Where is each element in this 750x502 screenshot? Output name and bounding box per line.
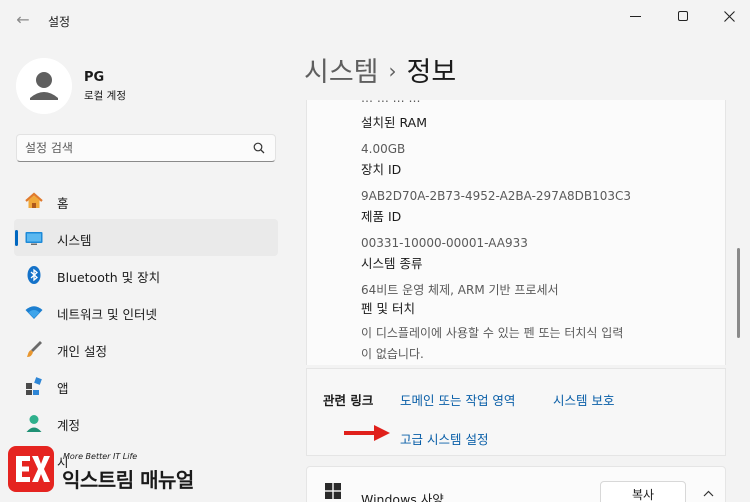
sidebar-item-apps[interactable]: 앱 (14, 367, 278, 404)
bluetooth-icon (27, 266, 41, 284)
windows-spec-title: Windows 사양 (361, 492, 444, 502)
search-icon[interactable] (253, 142, 265, 154)
breadcrumb-parent[interactable]: 시스템 (304, 57, 379, 88)
spec-label: 제품 ID (361, 209, 402, 224)
spec-value: 이 디스플레이에 사용할 수 있는 펜 또는 터치식 입력 (361, 326, 624, 340)
back-arrow-icon: ← (16, 10, 30, 29)
watermark: More Better IT Life 익스트림 매뉴얼 (8, 446, 218, 496)
maximize-button[interactable] (660, 0, 706, 32)
sidebar-item-home[interactable]: 홈 (14, 182, 278, 219)
sidebar-nav: 홈 시스템 Bluetooth 및 장치 네트워크 및 인터넷 개인 설정 앱 … (14, 182, 278, 478)
watermark-name: 익스트림 매뉴얼 (62, 468, 194, 492)
device-specs-card: … … … … 설치된 RAM 4.00GB 장치 ID 9AB2D70A-2B… (306, 100, 726, 365)
sidebar-item-label: 앱 (57, 381, 69, 396)
cutoff-spec-value: … … … … (361, 100, 420, 105)
advanced-system-settings-link[interactable]: 고급 시스템 설정 (400, 429, 488, 448)
system-protection-link[interactable]: 시스템 보호 (553, 390, 614, 409)
scrollbar[interactable] (737, 248, 740, 338)
ex-logo-icon (16, 456, 50, 482)
sidebar-item-label: 계정 (57, 418, 81, 433)
sidebar-item-system[interactable]: 시스템 (14, 219, 278, 256)
watermark-tagline: More Better IT Life (63, 452, 138, 461)
spec-label: 장치 ID (361, 162, 402, 177)
spec-system-type: 시스템 종류 64비트 운영 체제, ARM 기반 프로세서 (361, 253, 559, 301)
sidebar-item-bluetooth[interactable]: Bluetooth 및 장치 (14, 256, 278, 293)
account-type: 로컬 계정 (84, 90, 126, 102)
spec-label: 설치된 RAM (361, 115, 427, 130)
sidebar-item-personalization[interactable]: 개인 설정 (14, 330, 278, 367)
red-arrow-icon (344, 425, 390, 441)
monitor-icon (25, 232, 43, 245)
brush-icon (27, 341, 42, 357)
spec-label: 펜 및 터치 (361, 301, 415, 316)
windows-spec-card[interactable]: Windows 사양 복사 (306, 466, 726, 502)
sidebar-item-label: Bluetooth 및 장치 (57, 270, 161, 285)
sidebar-item-accounts[interactable]: 계정 (14, 404, 278, 441)
wifi-icon (25, 306, 43, 319)
windows-logo-icon (325, 483, 341, 499)
spec-value: 4.00GB (361, 142, 406, 156)
sidebar-item-network[interactable]: 네트워크 및 인터넷 (14, 293, 278, 330)
spec-product-id: 제품 ID 00331-10000-00001-AA933 (361, 206, 528, 254)
chevron-up-icon[interactable] (703, 487, 714, 500)
domain-workgroup-link[interactable]: 도메인 또는 작업 영역 (400, 390, 515, 409)
person-avatar-icon (16, 58, 72, 114)
sidebar-item-label: 시스템 (57, 233, 92, 248)
maximize-icon (678, 11, 688, 21)
page-title: 정보 (406, 57, 457, 88)
sidebar-item-label: 네트워크 및 인터넷 (57, 307, 157, 322)
settings-search[interactable] (16, 134, 276, 162)
spec-ram: 설치된 RAM 4.00GB (361, 112, 427, 160)
spec-value: 9AB2D70A-2B73-4952-A2BA-297A8DB103C3 (361, 189, 632, 203)
back-button[interactable]: ← (10, 8, 36, 32)
watermark-logo (8, 446, 54, 492)
minimize-icon (629, 15, 641, 17)
copy-button[interactable]: 복사 (600, 481, 686, 502)
spec-pen-touch: 펜 및 터치 이 디스플레이에 사용할 수 있는 펜 또는 터치식 입력 이 없… (361, 298, 623, 365)
spec-label: 시스템 종류 (361, 256, 423, 271)
search-input[interactable] (25, 139, 245, 157)
close-icon (723, 10, 735, 22)
related-links-title: 관련 링크 (323, 393, 374, 408)
user-name: PG (84, 70, 105, 85)
breadcrumb-separator: › (388, 59, 397, 83)
avatar (16, 58, 72, 114)
spec-value: 00331-10000-00001-AA933 (361, 236, 528, 250)
spec-device-id: 장치 ID 9AB2D70A-2B73-4952-A2BA-297A8DB103… (361, 159, 631, 207)
spec-value: 이 없습니다. (361, 347, 424, 361)
home-icon (25, 192, 43, 208)
apps-icon (26, 377, 42, 395)
sidebar-item-label: 홈 (57, 196, 69, 211)
breadcrumb: 시스템 › 정보 (304, 50, 456, 89)
sidebar-item-label: 개인 설정 (57, 344, 107, 359)
title-bar: ← 설정 (0, 0, 750, 38)
minimize-button[interactable] (612, 0, 658, 32)
person-icon (26, 415, 42, 432)
app-title: 설정 (48, 15, 71, 29)
close-button[interactable] (706, 0, 750, 32)
